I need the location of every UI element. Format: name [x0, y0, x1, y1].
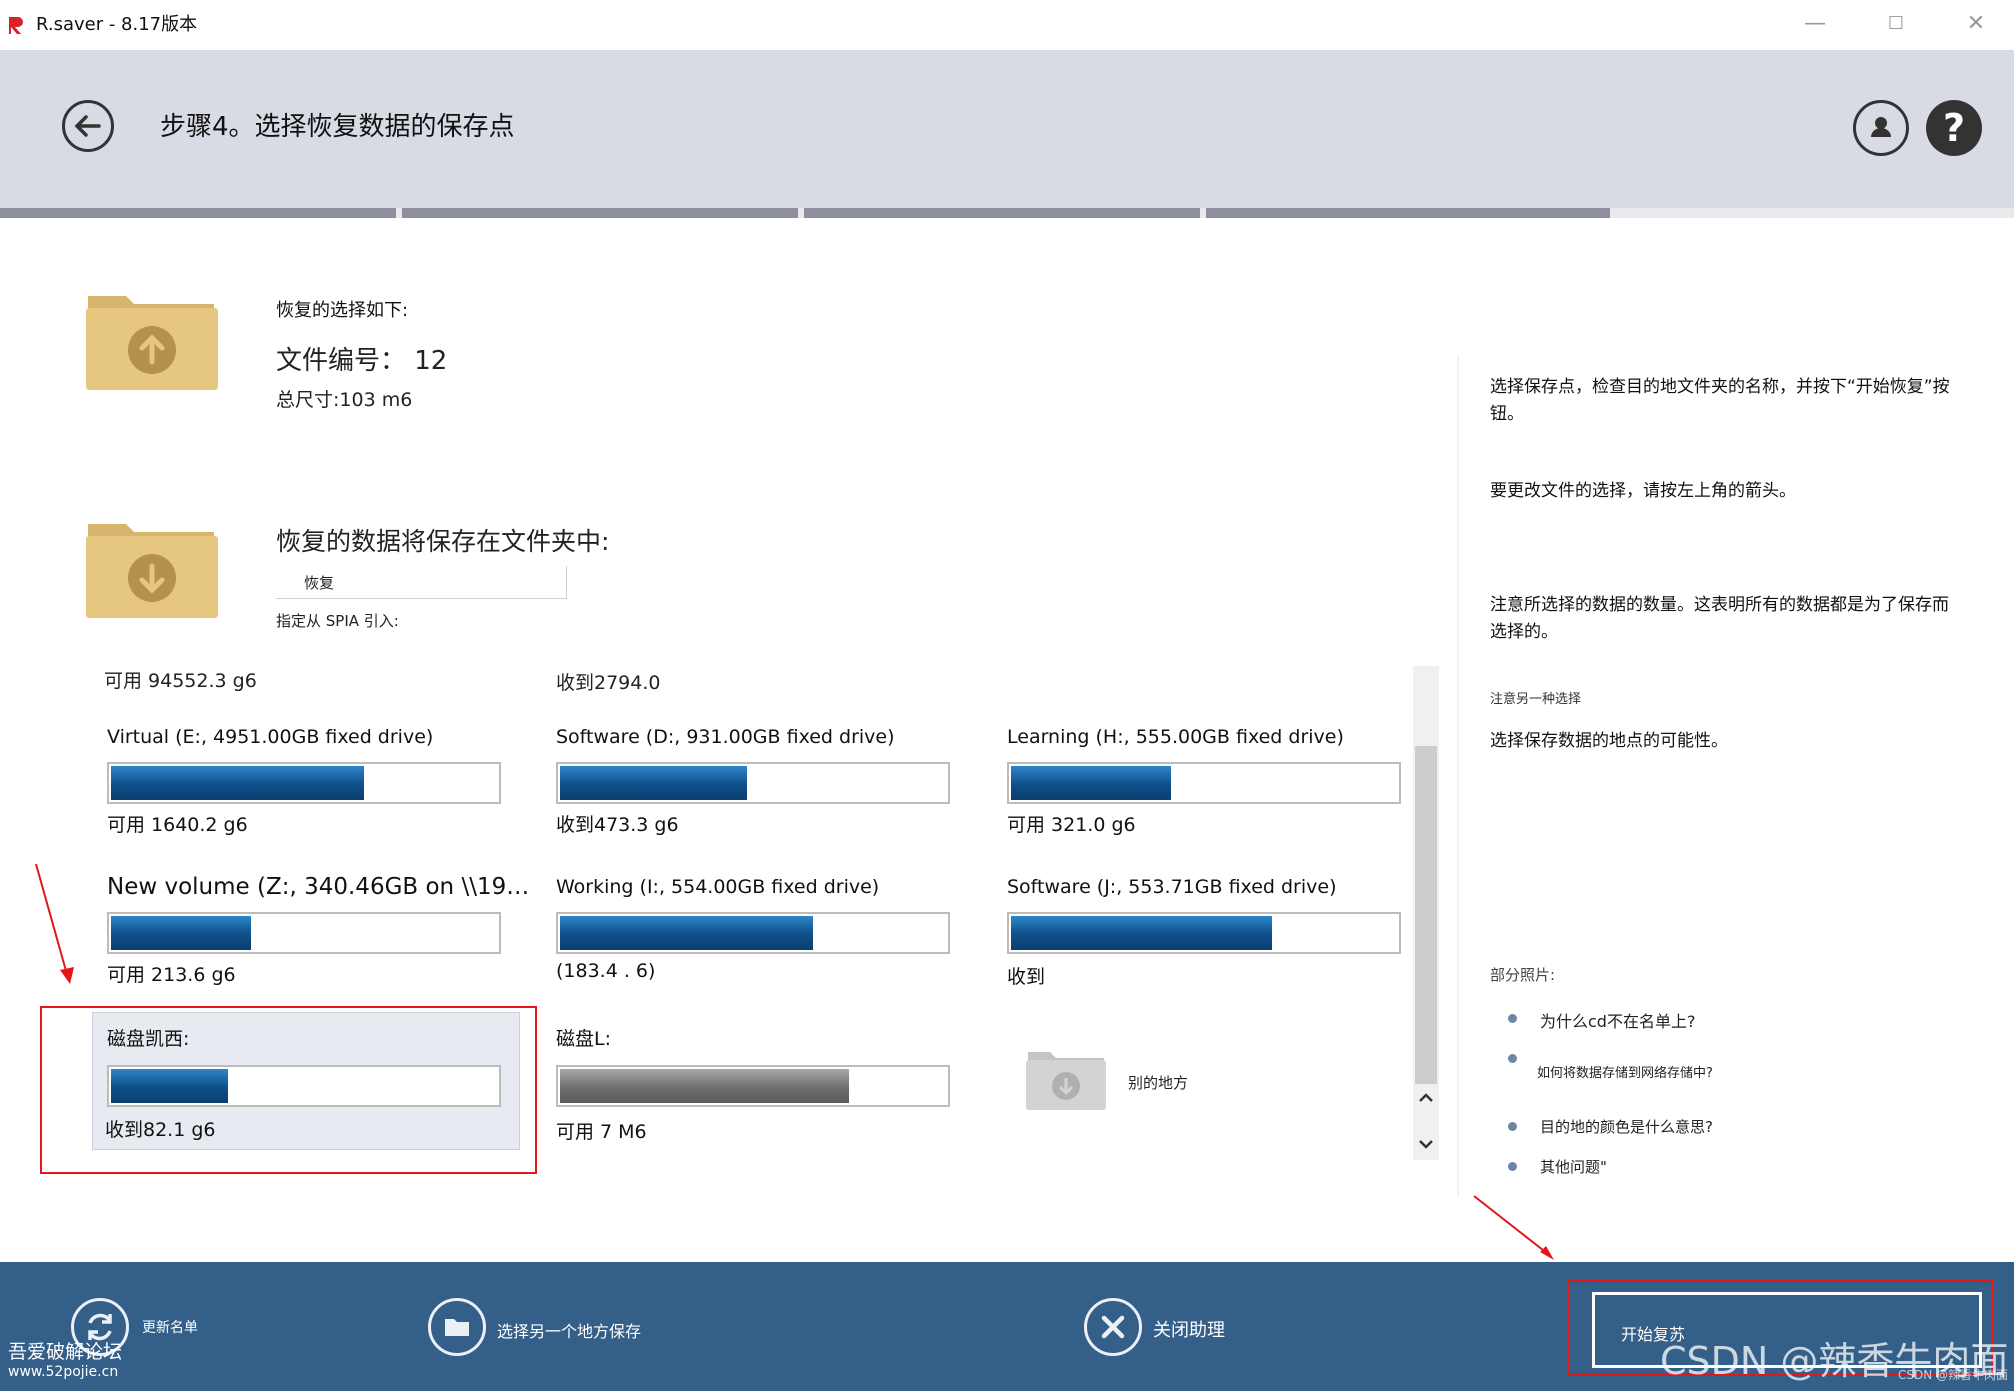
other-place-option[interactable]: 别的地方	[1024, 1046, 1254, 1118]
destination-folder-field[interactable]: 恢复	[276, 566, 567, 599]
folder-upload-icon	[86, 296, 218, 390]
progress-step-1	[0, 208, 396, 218]
help-button[interactable]: ?	[1926, 100, 1982, 156]
drive-usage-bar	[1007, 762, 1401, 804]
drive-usage-bar	[107, 762, 501, 804]
help-text-3: 注意所选择的数据的数量。这表明所有的数据都是为了保存而选择的。	[1490, 595, 1949, 642]
drive-name: 磁盘L:	[556, 1028, 611, 1050]
drive-available: 可用 1640.2 g6	[107, 814, 248, 836]
drive-usage-fill	[1011, 916, 1273, 950]
bullet-icon	[1508, 1122, 1517, 1131]
drive-name: New volume (Z:, 340.46GB on \\192.168...	[107, 874, 537, 900]
drive-usage-bar	[556, 1065, 950, 1107]
folder-download-icon	[86, 524, 218, 618]
annotation-arrow-icon	[1473, 1195, 1554, 1260]
drive-available: 可用 321.0 g6	[1007, 814, 1136, 836]
drive-list-avail-middle: 收到2794.0	[556, 672, 661, 694]
drive-available: (183.4 . 6)	[556, 960, 656, 982]
drive-name: Virtual (E:, 4951.00GB fixed drive)	[107, 726, 434, 748]
bullet-icon	[1508, 1162, 1517, 1171]
chevron-down-icon[interactable]	[1416, 1134, 1436, 1154]
watermark-left: 吾爱破解论坛	[8, 1341, 123, 1363]
help-text-4: 注意另一种选择	[1490, 692, 1582, 707]
drive-usage-fill	[560, 1069, 849, 1103]
faq-link[interactable]: 其他问题"	[1540, 1156, 1607, 1177]
drive-available: 收到473.3 g6	[556, 814, 679, 836]
step-progress	[0, 208, 2014, 218]
faq-title: 部分照片:	[1490, 966, 1556, 984]
user-icon	[1871, 117, 1891, 137]
back-button[interactable]	[62, 100, 114, 152]
progress-step-2	[402, 208, 798, 218]
title-bar	[0, 0, 2014, 50]
progress-step-3	[804, 208, 1200, 218]
bullet-icon	[1508, 1014, 1517, 1023]
drive-usage-fill	[560, 916, 814, 950]
drive-card[interactable]: 磁盘L: 可用 7 M6	[556, 1024, 986, 1144]
watermark-left-url: www.52pojie.cn	[8, 1364, 119, 1380]
drive-list-avail-left: 可用 94552.3 g6	[104, 670, 257, 692]
destination-folder-value: 恢复	[304, 574, 335, 592]
drive-usage-bar	[1007, 912, 1401, 954]
bullet-icon	[1508, 1054, 1517, 1063]
drive-card[interactable]: Software (J:, 553.71GB fixed drive) 收到	[1007, 876, 1437, 989]
close-window-button[interactable]: ✕	[1946, 6, 2006, 42]
minimize-button[interactable]: —	[1785, 6, 1845, 42]
chevron-up-icon[interactable]	[1416, 1088, 1436, 1108]
help-text-2: 要更改文件的选择，请按左上角的箭头。	[1490, 481, 1796, 501]
drive-name: Learning (H:, 555.00GB fixed drive)	[1007, 726, 1344, 748]
progress-step-4	[1206, 208, 1610, 218]
faq-link[interactable]: 为什么cd不在名单上?	[1540, 1008, 1695, 1032]
close-assistant-button[interactable]	[1084, 1298, 1142, 1356]
drive-usage-bar	[556, 762, 950, 804]
drive-available: 收到	[1007, 966, 1046, 988]
drive-available: 可用 7 M6	[556, 1121, 647, 1143]
drive-usage-fill	[1011, 766, 1171, 800]
drive-usage-fill	[111, 766, 365, 800]
refresh-label[interactable]: 更新名单	[142, 1317, 198, 1337]
drive-card[interactable]: Working (I:, 554.00GB fixed drive) (183.…	[556, 876, 986, 982]
drive-card[interactable]: Virtual (E:, 4951.00GB fixed drive) 可用 1…	[107, 726, 537, 837]
close-assistant-label[interactable]: 关闭助理	[1153, 1316, 1225, 1342]
maximize-button[interactable]: ☐	[1866, 6, 1926, 42]
page-title: 步骤4。选择恢复数据的保存点	[160, 112, 515, 142]
scrollbar-thumb[interactable]	[1415, 746, 1437, 1084]
window-title: R.saver - 8.17版本	[36, 14, 198, 35]
drive-card[interactable]: New volume (Z:, 340.46GB on \\192.168...…	[107, 874, 537, 987]
folder-gray-icon	[1026, 1052, 1106, 1110]
drive-usage-bar	[107, 912, 501, 954]
panel-divider	[1457, 356, 1459, 1196]
drive-name: Software (J:, 553.71GB fixed drive)	[1007, 876, 1337, 898]
app-logo-icon	[9, 17, 23, 34]
drive-usage-bar	[556, 912, 950, 954]
help-text-1: 选择保存点，检查目的地文件夹的名称，并按下“开始恢复”按钮。	[1490, 377, 1950, 424]
other-place-label: 别的地方	[1128, 1074, 1189, 1092]
drive-usage-fill	[560, 766, 748, 800]
drive-card[interactable]: Software (D:, 931.00GB fixed drive) 收到47…	[556, 726, 986, 837]
folder-icon	[445, 1319, 469, 1336]
close-icon	[1101, 1315, 1125, 1339]
save-elsewhere-label[interactable]: 选择另一个地方保存	[497, 1318, 641, 1342]
source-heading: 恢复的选择如下:	[276, 300, 409, 321]
drive-available: 可用 213.6 g6	[107, 964, 236, 986]
watermark-right-small: CSDN @辣香牛肉面	[1898, 1368, 2009, 1382]
faq-link[interactable]: 目的地的颜色是什么意思?	[1540, 1116, 1713, 1137]
total-size: 总尺寸:103 m6	[276, 389, 413, 411]
faq-link[interactable]: 如何将数据存储到网络存储中?	[1537, 1062, 1713, 1081]
drive-card[interactable]: Learning (H:, 555.00GB fixed drive) 可用 3…	[1007, 726, 1437, 837]
destination-heading: 恢复的数据将保存在文件夹中:	[276, 527, 610, 556]
file-count: 文件编号： 12	[276, 346, 448, 376]
help-text-5: 选择保存数据的地点的可能性。	[1490, 731, 1728, 751]
save-elsewhere-button[interactable]	[428, 1298, 486, 1356]
import-label: 指定从 SPIA 引入:	[276, 612, 399, 630]
account-button[interactable]	[1853, 100, 1909, 156]
drive-usage-fill	[111, 916, 252, 950]
annotation-box-drive	[40, 1006, 537, 1174]
drive-name: Working (I:, 554.00GB fixed drive)	[556, 876, 880, 898]
annotation-arrow-icon	[35, 863, 74, 984]
drive-name: Software (D:, 931.00GB fixed drive)	[556, 726, 895, 748]
arrow-left-icon	[74, 115, 101, 137]
